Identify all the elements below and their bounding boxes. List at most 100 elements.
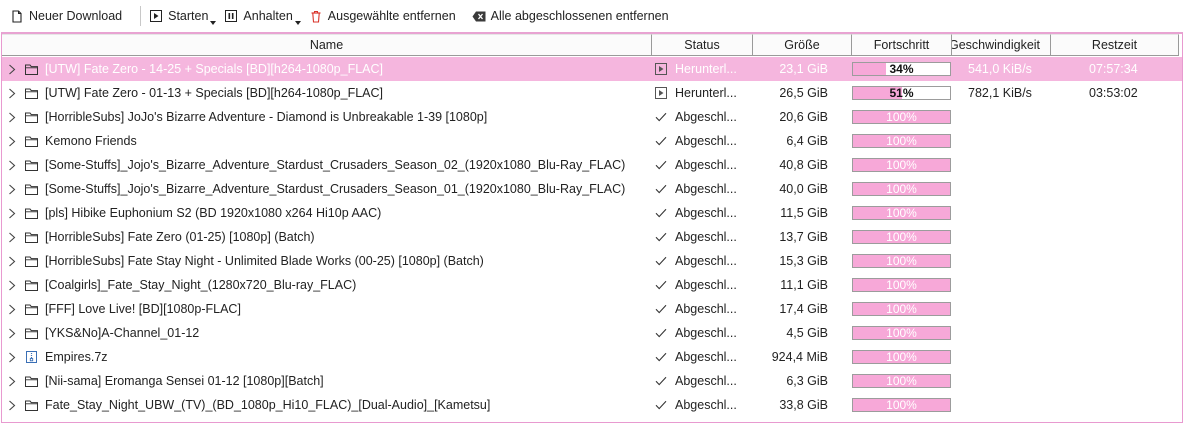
progress-bar: 100%	[852, 254, 951, 268]
status-cell: Abgeschl...	[652, 105, 753, 129]
table-row[interactable]: [UTW] Fate Zero - 14-25 + Specials [BD][…	[2, 57, 1182, 81]
size-value: 40,8 GiB	[779, 158, 828, 172]
status-text: Abgeschl...	[675, 326, 737, 340]
status-text: Herunterl...	[675, 62, 737, 76]
table-row[interactable]: [YKS&No]A-Channel_01-12 Abgeschl... 4,5 …	[2, 321, 1182, 345]
folder-icon	[24, 183, 38, 195]
expand-chevron-icon[interactable]	[6, 159, 18, 171]
check-icon	[654, 231, 667, 244]
progress-cell: 100%	[852, 105, 952, 129]
column-header-status[interactable]: Status	[652, 34, 753, 56]
table-row[interactable]: Empires.7z Abgeschl... 924,4 MiB 100%	[2, 345, 1182, 369]
expand-chevron-icon[interactable]	[6, 279, 18, 291]
expand-chevron-icon[interactable]	[6, 87, 18, 99]
progress-label: 100%	[886, 206, 917, 220]
expand-chevron-icon[interactable]	[6, 327, 18, 339]
name-cell: Fate_Stay_Night_UBW_(TV)_(BD_1080p_Hi10_…	[2, 393, 652, 417]
chevron-down-icon[interactable]	[294, 21, 301, 25]
expand-chevron-icon[interactable]	[6, 231, 18, 243]
name-cell: [FFF] Love Live! [BD][1080p-FLAC]	[2, 297, 652, 321]
progress-cell: 100%	[852, 393, 952, 417]
progress-label: 100%	[886, 374, 917, 388]
expand-chevron-icon[interactable]	[6, 303, 18, 315]
folder-icon	[24, 231, 38, 243]
table-row[interactable]: [HorribleSubs] Fate Zero (01-25) [1080p]…	[2, 225, 1182, 249]
expand-chevron-icon[interactable]	[6, 375, 18, 387]
column-header-remaining[interactable]: Restzeit	[1051, 34, 1179, 56]
pause-button[interactable]: Anhalten	[224, 4, 301, 28]
remove-completed-button[interactable]: Alle abgeschlossenen entfernen	[472, 4, 675, 28]
progress-cell: 100%	[852, 153, 952, 177]
column-header-speed[interactable]: Geschwindigkeit	[952, 34, 1051, 56]
status-text: Abgeschl...	[675, 110, 737, 124]
column-header-size[interactable]: Größe	[753, 34, 852, 56]
expand-chevron-icon[interactable]	[6, 63, 18, 75]
column-header-name[interactable]: Name	[2, 34, 652, 56]
size-value: 23,1 GiB	[779, 62, 828, 76]
download-list: Name Status Größe Fortschritt Geschwindi…	[1, 32, 1183, 423]
column-header-progress[interactable]: Fortschritt	[852, 34, 952, 56]
progress-bar: 100%	[852, 230, 951, 244]
name-cell: Kemono Friends	[2, 129, 652, 153]
archive-file-icon	[24, 351, 38, 363]
progress-label: 34%	[889, 62, 914, 76]
start-button[interactable]: Starten	[149, 4, 217, 28]
table-row[interactable]: [Some-Stuffs]_Jojo's_Bizarre_Adventure_S…	[2, 177, 1182, 201]
name-cell: [Some-Stuffs]_Jojo's_Bizarre_Adventure_S…	[2, 153, 652, 177]
chevron-down-icon[interactable]	[210, 21, 217, 25]
name-cell: [pls] Hibike Euphonium S2 (BD 1920x1080 …	[2, 201, 652, 225]
folder-icon	[24, 327, 38, 339]
status-cell: Abgeschl...	[652, 393, 753, 417]
expand-chevron-icon[interactable]	[6, 255, 18, 267]
expand-chevron-icon[interactable]	[6, 183, 18, 195]
table-row[interactable]: [FFF] Love Live! [BD][1080p-FLAC] Abgesc…	[2, 297, 1182, 321]
status-text: Abgeschl...	[675, 302, 737, 316]
progress-cell: 100%	[852, 273, 952, 297]
table-row[interactable]: [HorribleSubs] JoJo's Bizarre Adventure …	[2, 105, 1182, 129]
progress-bar: 100%	[852, 110, 951, 124]
name-cell: Empires.7z	[2, 345, 652, 369]
table-row[interactable]: Fate_Stay_Night_UBW_(TV)_(BD_1080p_Hi10_…	[2, 393, 1182, 417]
progress-cell: 100%	[852, 129, 952, 153]
expand-chevron-icon[interactable]	[6, 111, 18, 123]
table-row[interactable]: [HorribleSubs] Fate Stay Night - Unlimit…	[2, 249, 1182, 273]
size-value: 26,5 GiB	[779, 86, 828, 100]
check-icon	[654, 303, 667, 316]
status-text: Abgeschl...	[675, 254, 737, 268]
progress-bar: 100%	[852, 374, 951, 388]
status-cell: Abgeschl...	[652, 153, 753, 177]
table-row[interactable]: [Nii-sama] Eromanga Sensei 01-12 [1080p]…	[2, 369, 1182, 393]
status-text: Abgeschl...	[675, 182, 737, 196]
name-cell: [HorribleSubs] JoJo's Bizarre Adventure …	[2, 105, 652, 129]
progress-bar: 100%	[852, 158, 951, 172]
progress-label: 100%	[886, 254, 917, 268]
remove-selected-button[interactable]: Ausgewählte entfernen	[309, 4, 462, 28]
table-row[interactable]: [Coalgirls]_Fate_Stay_Night_(1280x720_Bl…	[2, 273, 1182, 297]
check-icon	[654, 375, 667, 388]
expand-chevron-icon[interactable]	[6, 351, 18, 363]
progress-cell: 100%	[852, 249, 952, 273]
check-icon	[654, 351, 667, 364]
status-cell: Abgeschl...	[652, 225, 753, 249]
folder-icon	[24, 63, 38, 75]
progress-cell: 100%	[852, 369, 952, 393]
table-row[interactable]: Kemono Friends Abgeschl... 6,4 GiB 100%	[2, 129, 1182, 153]
status-cell: Abgeschl...	[652, 177, 753, 201]
download-name: [Some-Stuffs]_Jojo's_Bizarre_Adventure_S…	[45, 158, 626, 172]
new-download-button[interactable]: Neuer Download	[10, 4, 128, 28]
status-text: Abgeschl...	[675, 350, 737, 364]
folder-icon	[24, 87, 38, 99]
expand-chevron-icon[interactable]	[6, 207, 18, 219]
table-row[interactable]: [pls] Hibike Euphonium S2 (BD 1920x1080 …	[2, 201, 1182, 225]
status-cell: Abgeschl...	[652, 273, 753, 297]
table-row[interactable]: [Some-Stuffs]_Jojo's_Bizarre_Adventure_S…	[2, 153, 1182, 177]
size-value: 4,5 GiB	[786, 326, 828, 340]
folder-icon	[24, 279, 38, 291]
pause-label: Anhalten	[243, 9, 293, 23]
remove-selected-label: Ausgewählte entfernen	[327, 9, 456, 23]
table-row[interactable]: [UTW] Fate Zero - 01-13 + Specials [BD][…	[2, 81, 1182, 105]
expand-chevron-icon[interactable]	[6, 399, 18, 411]
expand-chevron-icon[interactable]	[6, 135, 18, 147]
progress-cell: 100%	[852, 297, 952, 321]
status-text: Abgeschl...	[675, 134, 737, 148]
